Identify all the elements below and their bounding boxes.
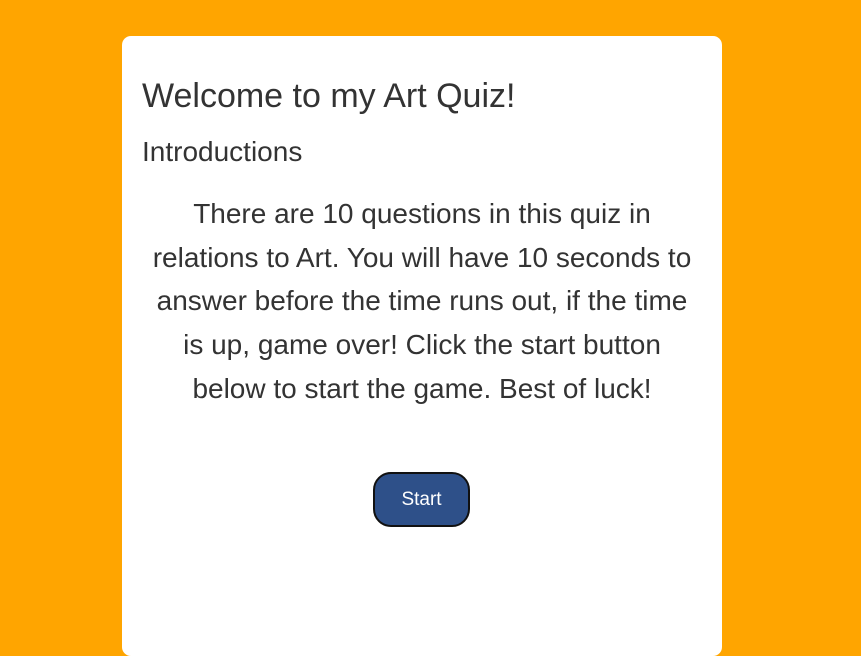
intro-text: There are 10 questions in this quiz in r… [152, 198, 692, 404]
start-button[interactable]: Start [373, 472, 470, 527]
quiz-card: Welcome to my Art Quiz! Introductions Th… [122, 36, 722, 656]
section-heading: Introductions [142, 136, 303, 167]
page-title: Welcome to my Art Quiz! [142, 77, 516, 115]
